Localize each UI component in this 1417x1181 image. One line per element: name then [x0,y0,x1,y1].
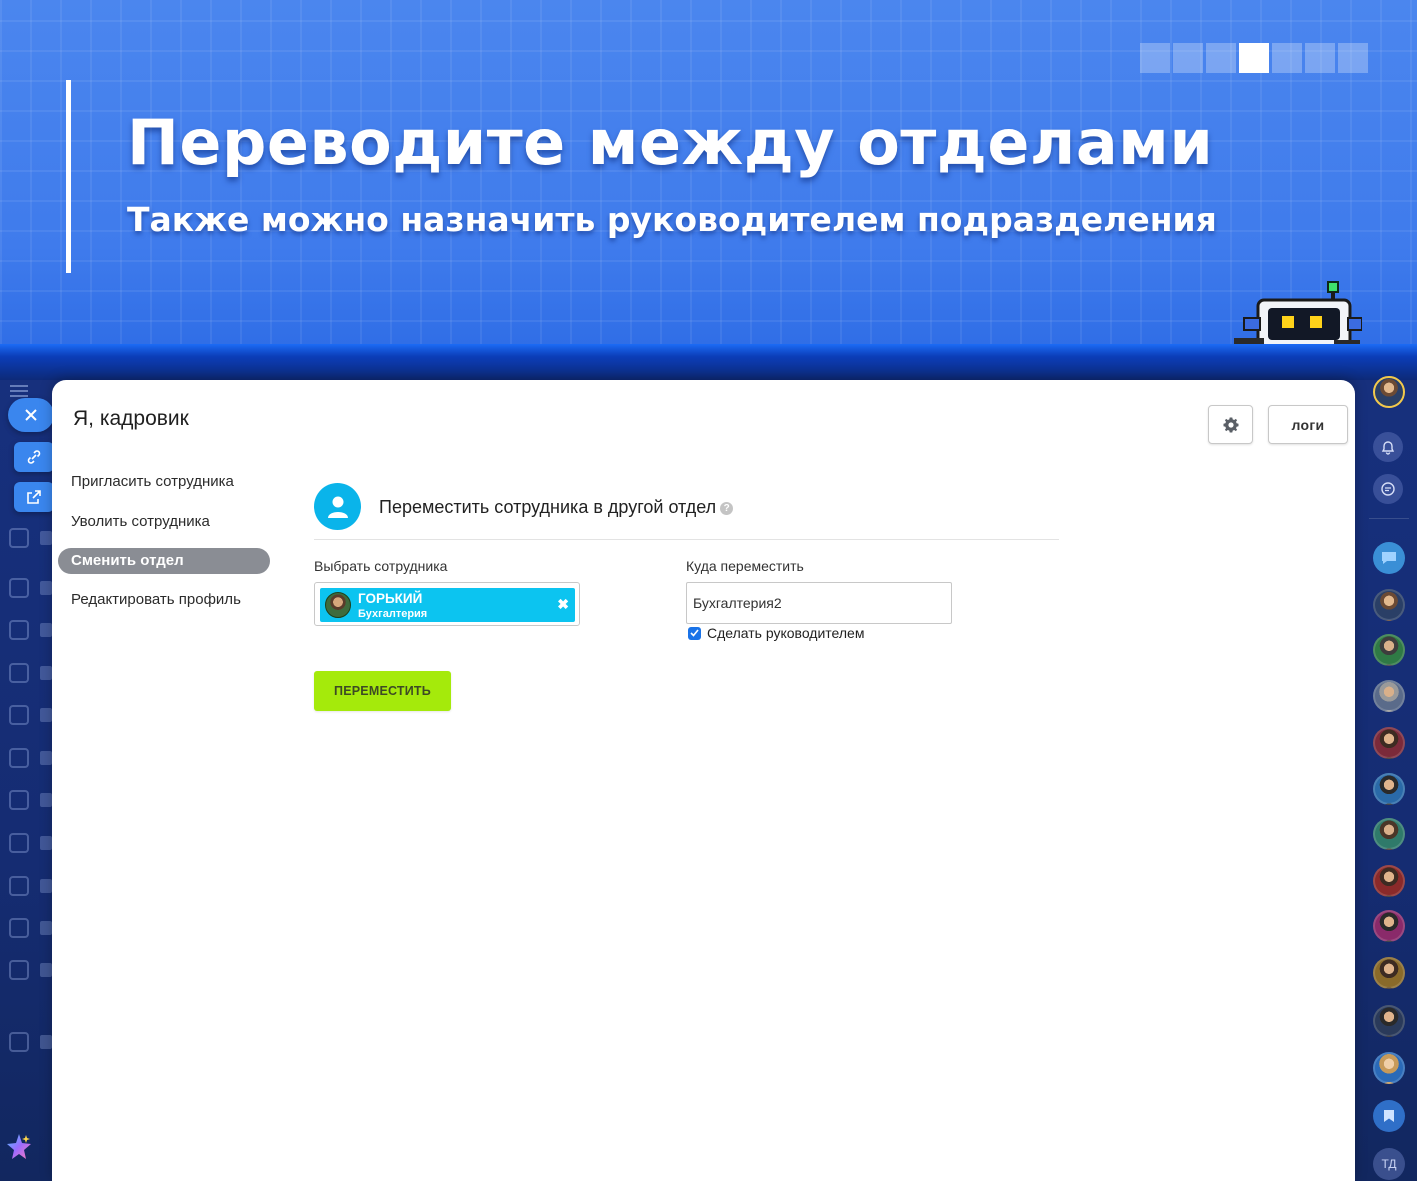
nav-label-stub [40,708,52,722]
contact-avatar[interactable] [1373,1005,1405,1037]
close-icon [25,409,37,421]
make-head-label[interactable]: Сделать руководителем [707,625,864,641]
nav-label-stub [40,1035,52,1049]
remove-chip-icon[interactable]: ✖ [557,596,569,613]
section-header: Переместить сотрудника в другой отдел? [314,483,1059,540]
pager-dot[interactable] [1140,43,1170,73]
pager-dot-active[interactable] [1239,43,1269,73]
contact-avatar[interactable] [1373,773,1405,805]
menu-item-change-department[interactable]: Сменить отдел [58,548,270,574]
contact-avatar[interactable] [1373,634,1405,666]
banner-accent-bar [66,80,71,273]
settings-button[interactable] [1208,405,1253,444]
employee-department: Бухгалтерия [358,608,428,620]
bookmarks-button[interactable] [1373,1100,1405,1132]
hr-panel: Я, кадровик логи Пригласить сотрудника У… [52,380,1355,1181]
pager-dot[interactable] [1338,43,1368,73]
tasks-icon[interactable] [9,528,29,548]
pen-icon[interactable] [9,876,29,896]
employee-select[interactable]: ГОРЬКИЙ Бухгалтерия ✖ [314,582,580,626]
edit-document-icon[interactable] [9,833,29,853]
right-rail: ТД [1355,376,1417,1181]
mcp-icon[interactable] [9,960,29,980]
bell-icon [1381,441,1395,455]
rail-divider [1369,518,1409,519]
contact-avatar[interactable] [1373,727,1405,759]
robot-icon[interactable] [9,918,29,938]
group-chat-button[interactable] [1373,542,1405,574]
contact-avatar[interactable] [1373,1052,1405,1084]
promo-banner: Переводите между отделами Также можно на… [0,0,1417,352]
contact-avatar[interactable] [1373,865,1405,897]
ai-assistant-star-icon[interactable] [4,1132,34,1162]
nav-label-stub [40,921,52,935]
nav-label-stub [40,581,52,595]
bookmark-icon [1384,1110,1394,1122]
logs-button[interactable]: логи [1268,405,1348,444]
nav-label-stub [40,623,52,637]
pager-dot[interactable] [1206,43,1236,73]
banner-bottom-glow [0,344,1417,380]
chat-search-button[interactable] [1373,474,1403,504]
calendar-icon[interactable] [9,705,29,725]
target-field-label: Куда переместить [686,558,804,574]
employee-name: ГОРЬКИЙ [358,591,423,606]
pager-dot[interactable] [1173,43,1203,73]
banner-subtitle: Также можно назначить руководителем подр… [127,200,1217,239]
menu-item-dismiss[interactable]: Уволить сотрудника [58,508,270,536]
pager-dot[interactable] [1305,43,1335,73]
contact-avatar[interactable] [1373,589,1405,621]
target-department-input[interactable]: Бухгалтерия2 [686,582,952,624]
link-icon [27,450,41,464]
user-initials-avatar[interactable]: ТД [1373,1148,1405,1180]
contact-avatar[interactable] [1373,818,1405,850]
nav-label-stub [40,963,52,977]
notifications-button[interactable] [1373,432,1403,462]
robot-mascot-icon [1234,281,1362,352]
menu-item-invite[interactable]: Пригласить сотрудника [58,468,270,496]
make-head-checkbox[interactable] [688,626,701,640]
section-title-text: Переместить сотрудника в другой отдел [379,497,717,517]
move-button[interactable]: ПЕРЕМЕСТИТЬ [314,671,451,711]
nav-label-stub [40,836,52,850]
slide-pager [1140,43,1368,73]
nav-label-stub [40,531,52,545]
contact-avatar[interactable] [1373,957,1405,989]
chat-icon [1381,482,1395,496]
hexagon-icon[interactable] [9,790,29,810]
selected-employee-chip: ГОРЬКИЙ Бухгалтерия ✖ [320,588,575,622]
make-head-row: Сделать руководителем [688,625,864,641]
menu-item-edit-profile[interactable]: Редактировать профиль [58,586,270,614]
check-icon [690,629,699,637]
employee-field-label: Выбрать сотрудника [314,558,448,574]
nav-label-stub [40,793,52,807]
board-icon[interactable] [9,663,29,683]
contact-avatar[interactable] [1373,910,1405,942]
help-icon[interactable]: ? [720,501,734,515]
close-button[interactable] [8,398,54,432]
current-user-avatar[interactable] [1373,376,1405,408]
external-link-icon [27,490,41,504]
open-external-button[interactable] [14,482,54,512]
chart-icon[interactable] [9,748,29,768]
contact-avatar[interactable] [1373,680,1405,712]
banner-title: Переводите между отделами [127,106,1214,179]
building-icon[interactable] [9,578,29,598]
nav-label-stub [40,666,52,680]
pager-dot[interactable] [1272,43,1302,73]
page-title: Я, кадровик [73,407,189,430]
message-icon [1382,552,1396,564]
copy-link-button[interactable] [14,442,54,472]
user-icon [314,483,361,530]
section-title: Переместить сотрудника в другой отдел? [379,497,734,518]
settings-gear-icon[interactable] [9,1032,29,1052]
gear-icon [1223,417,1238,432]
hr-actions-menu: Пригласить сотрудника Уволить сотрудника… [58,468,270,626]
nav-label-stub [40,751,52,765]
document-icon[interactable] [9,620,29,640]
employee-avatar [325,592,351,618]
nav-label-stub [40,879,52,893]
